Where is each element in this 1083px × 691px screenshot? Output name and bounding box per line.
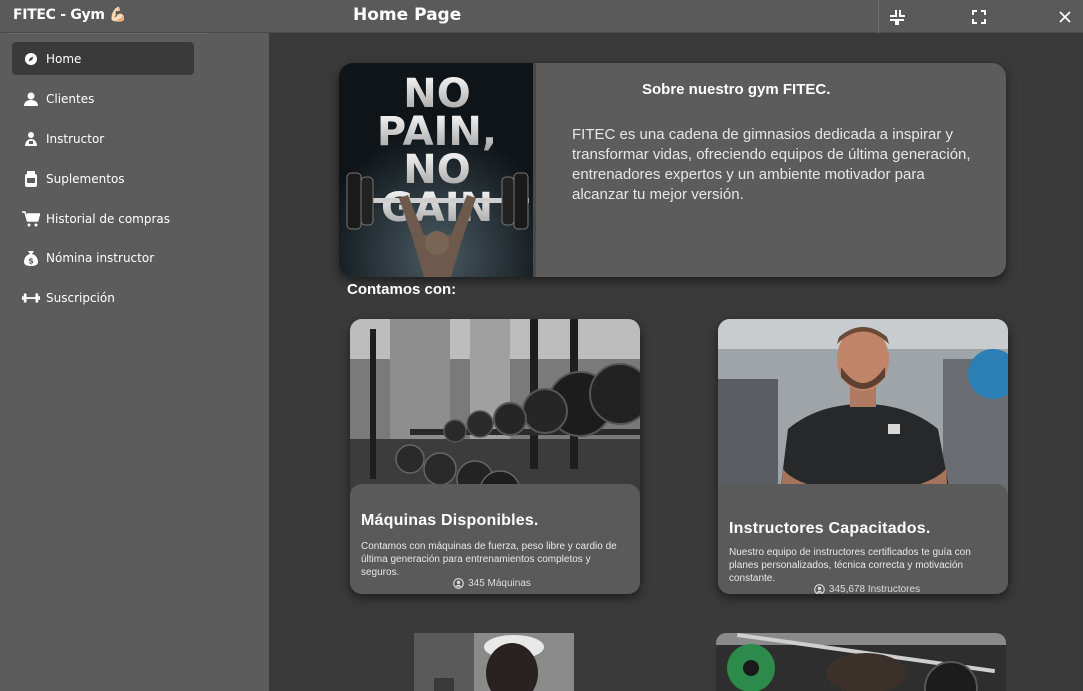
sidebar-item-label: Instructor <box>46 131 105 146</box>
sidebar-item-suscripcion[interactable]: Suscripción <box>12 281 194 314</box>
compass-icon <box>22 50 40 68</box>
feature-count: 345 Máquinas <box>350 578 637 589</box>
svg-text:GAIN: GAIN <box>381 185 493 231</box>
supplement-jar-icon <box>22 170 40 188</box>
sidebar-item-label: Nómina instructor <box>46 250 155 265</box>
page-title: Home Page <box>353 5 462 25</box>
feature-description: Nuestro equipo de instructores certifica… <box>729 547 971 584</box>
sidebar-item-historial[interactable]: Historial de compras <box>12 202 194 235</box>
maximize-button[interactable] <box>960 0 998 33</box>
sidebar-item-home[interactable]: Home <box>12 42 194 75</box>
feature-info: Máquinas Disponibles. Contamos con máqui… <box>350 484 640 594</box>
sidebar-item-nomina[interactable]: $ Nómina instructor <box>12 241 194 274</box>
feature-info: Instructores Capacitados. Nuestro equipo… <box>718 484 1008 594</box>
no-pain-no-gain-image: NO PAIN, NO GAIN <box>339 63 536 277</box>
minimize-button[interactable] <box>878 0 916 33</box>
sidebar-divider <box>8 33 208 34</box>
feature-card-machines[interactable]: Máquinas Disponibles. Contamos con máqui… <box>350 319 640 594</box>
section-title: Contamos con: <box>347 281 457 298</box>
feature-title: Máquinas Disponibles. <box>361 512 539 529</box>
woman-training-image <box>414 633 574 691</box>
app-title: FITEC - Gym 💪🏻 <box>13 7 127 23</box>
title-bar: FITEC - Gym 💪🏻 Home Page <box>0 0 1083 33</box>
sidebar: Home Clientes Instructor Suplementos His… <box>0 33 269 691</box>
feature-description: Contamos con máquinas de fuerza, peso li… <box>361 541 617 578</box>
feature-card-instructors[interactable]: Instructores Capacitados. Nuestro equipo… <box>718 319 1008 594</box>
about-text: FITEC es una cadena de gimnasios dedicad… <box>572 126 971 203</box>
instructor-icon <box>22 130 40 148</box>
close-button[interactable] <box>1046 0 1083 33</box>
sidebar-item-suplementos[interactable]: Suplementos <box>12 162 194 195</box>
main-content: NO PAIN, NO GAIN Sobre nuestro gym FITEC… <box>269 33 1083 691</box>
instructor-photo <box>718 319 1008 509</box>
money-bag-icon: $ <box>22 249 40 267</box>
feature-count: 345,678 Instructores <box>722 584 1008 594</box>
sidebar-item-label: Suscripción <box>46 290 115 305</box>
feature-title: Instructores Capacitados. <box>729 520 931 537</box>
sidebar-item-clientes[interactable]: Clientes <box>12 82 194 115</box>
sidebar-item-label: Historial de compras <box>46 211 171 226</box>
bench-press-image <box>716 633 1006 691</box>
feature-count-text: 345,678 Instructores <box>828 584 921 594</box>
sidebar-item-instructor[interactable]: Instructor <box>12 122 194 155</box>
user-icon <box>22 90 40 108</box>
user-circle-icon <box>453 578 464 589</box>
feature-count-text: 345 Máquinas <box>468 578 531 589</box>
close-icon <box>1059 10 1071 23</box>
user-circle-icon <box>814 584 825 594</box>
cart-icon <box>22 210 40 228</box>
dumbbell-icon <box>22 289 40 307</box>
sidebar-item-label: Suplementos <box>46 171 125 186</box>
gym-machines-image <box>350 319 640 512</box>
about-card: NO PAIN, NO GAIN Sobre nuestro gym FITEC… <box>339 63 1006 277</box>
sidebar-item-label: Clientes <box>46 91 95 106</box>
sidebar-item-label: Home <box>46 51 82 66</box>
minimize-icon <box>890 9 905 25</box>
about-title: Sobre nuestro gym FITEC. <box>642 81 831 98</box>
maximize-icon <box>972 9 986 24</box>
svg-text:$: $ <box>28 256 34 265</box>
